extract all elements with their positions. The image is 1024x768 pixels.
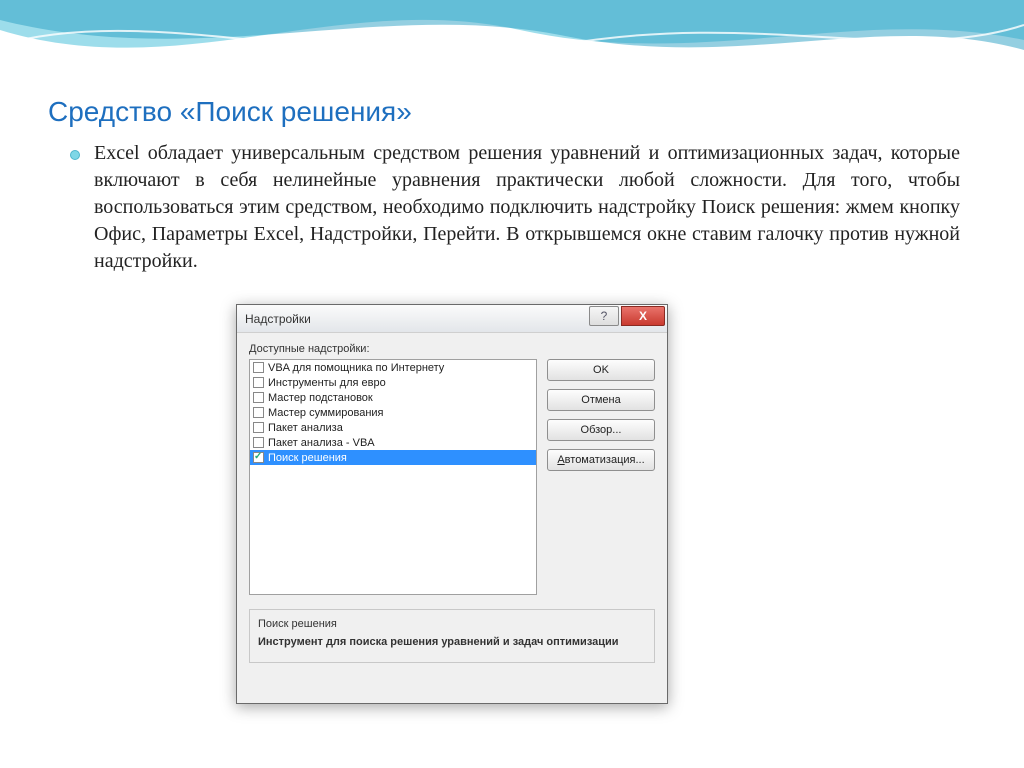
checkbox-icon[interactable] <box>253 452 264 463</box>
list-item-label: Поиск решения <box>268 451 347 465</box>
slide-body: Excel обладает универсальным средством р… <box>70 140 960 275</box>
list-item-label: Пакет анализа - VBA <box>268 436 375 450</box>
slide-title: Средство «Поиск решения» <box>48 96 412 128</box>
list-item-label: Мастер подстановок <box>268 391 373 405</box>
list-item[interactable]: Мастер суммирования <box>250 405 536 420</box>
description-panel: Поиск решения Инструмент для поиска реше… <box>249 609 655 663</box>
close-button[interactable]: X <box>621 306 665 326</box>
description-heading: Поиск решения <box>258 618 646 630</box>
checkbox-icon[interactable] <box>253 437 264 448</box>
list-item[interactable]: Пакет анализа <box>250 420 536 435</box>
automation-hotkey: А <box>557 454 564 466</box>
addins-listbox[interactable]: VBA для помощника по ИнтернетуИнструмент… <box>249 359 537 595</box>
checkbox-icon[interactable] <box>253 407 264 418</box>
list-item[interactable]: Инструменты для евро <box>250 375 536 390</box>
help-icon: ? <box>601 309 608 323</box>
close-icon: X <box>639 309 647 323</box>
addins-dialog: Надстройки ? X Доступные надстройки: VBA… <box>236 304 668 704</box>
checkbox-icon[interactable] <box>253 377 264 388</box>
list-item-label: Пакет анализа <box>268 421 343 435</box>
help-button[interactable]: ? <box>589 306 619 326</box>
list-item[interactable]: Поиск решения <box>250 450 536 465</box>
list-item[interactable]: VBA для помощника по Интернету <box>250 360 536 375</box>
bullet-icon <box>70 150 80 160</box>
checkbox-icon[interactable] <box>253 362 264 373</box>
checkbox-icon[interactable] <box>253 422 264 433</box>
checkbox-icon[interactable] <box>253 392 264 403</box>
list-item-label: Мастер суммирования <box>268 406 384 420</box>
available-addins-label: Доступные надстройки: <box>249 343 537 355</box>
automation-button[interactable]: Автоматизация... <box>547 449 655 471</box>
dialog-title: Надстройки <box>245 312 589 326</box>
browse-button[interactable]: Обзор... <box>547 419 655 441</box>
slide-header-wave <box>0 0 1024 90</box>
slide-body-text: Excel обладает универсальным средством р… <box>94 140 960 275</box>
list-item[interactable]: Пакет анализа - VBA <box>250 435 536 450</box>
list-item[interactable]: Мастер подстановок <box>250 390 536 405</box>
list-item-label: VBA для помощника по Интернету <box>268 361 444 375</box>
cancel-button[interactable]: Отмена <box>547 389 655 411</box>
ok-button[interactable]: OK <box>547 359 655 381</box>
automation-label-rest: втоматизация... <box>565 454 645 466</box>
dialog-titlebar[interactable]: Надстройки ? X <box>237 305 667 333</box>
description-text: Инструмент для поиска решения уравнений … <box>258 636 646 648</box>
list-item-label: Инструменты для евро <box>268 376 386 390</box>
